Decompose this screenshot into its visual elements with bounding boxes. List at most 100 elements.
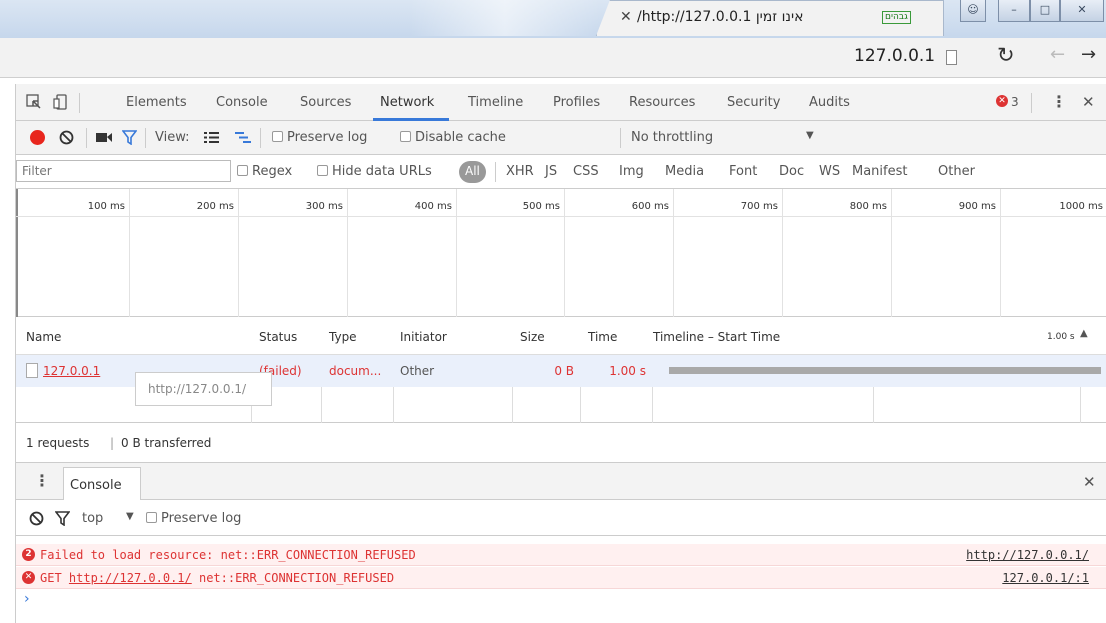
close-window-button[interactable]: ✕: [1060, 0, 1104, 22]
filter-type-js[interactable]: JS: [545, 164, 557, 179]
filter-icon[interactable]: [122, 130, 137, 145]
overview-gridline: [238, 189, 239, 317]
console-message[interactable]: 2 Failed to load resource: net::ERR_CONN…: [16, 544, 1106, 566]
regex-checkbox[interactable]: Regex: [237, 164, 292, 179]
tab-profiles[interactable]: Profiles: [553, 95, 600, 110]
document-icon: [26, 363, 38, 378]
filter-type-xhr[interactable]: XHR: [506, 164, 534, 179]
minimize-button[interactable]: –: [998, 0, 1030, 22]
throttling-select[interactable]: No throttling: [631, 130, 713, 145]
overview-tick-label: 100 ms: [87, 201, 125, 212]
filter-input[interactable]: [16, 160, 231, 182]
disable-cache-checkbox[interactable]: Disable cache: [400, 130, 506, 145]
tab-sources[interactable]: Sources: [300, 95, 351, 110]
tab-resources[interactable]: Resources: [629, 95, 695, 110]
tab-audits[interactable]: Audits: [809, 95, 850, 110]
column-header-type[interactable]: Type: [329, 330, 357, 344]
console-message-source[interactable]: http://127.0.0.1/: [966, 548, 1089, 562]
network-toolbar: View: Preserve log Disable cache No thro…: [16, 121, 1106, 155]
column-header-size[interactable]: Size: [520, 330, 545, 344]
console-message-url[interactable]: http://127.0.0.1/: [69, 571, 192, 585]
tab-drawer-console[interactable]: Console: [63, 467, 141, 500]
filter-type-img[interactable]: Img: [619, 164, 644, 179]
address-text[interactable]: 127.0.0.1: [854, 46, 935, 66]
summary-separator: |: [110, 436, 115, 450]
view-label: View:: [155, 130, 190, 145]
column-header-timeline[interactable]: Timeline – Start Time: [653, 330, 780, 344]
tab-title: אינו זמין http://127.0.0.1/: [637, 9, 804, 25]
overview-tick-label: 200 ms: [196, 201, 234, 212]
inspect-element-icon[interactable]: [26, 94, 42, 110]
checkbox-box[interactable]: [317, 165, 328, 176]
filter-type-font[interactable]: Font: [729, 164, 757, 179]
context-dropdown-icon[interactable]: ▼: [126, 511, 134, 522]
disable-cache-label: Disable cache: [415, 130, 506, 145]
throttling-dropdown-icon[interactable]: ▼: [806, 130, 814, 141]
overview-gridline: [564, 189, 565, 317]
overview-tick-label: 900 ms: [958, 201, 996, 212]
clear-icon[interactable]: [59, 130, 74, 145]
drawer-menu-icon[interactable]: ⋮: [34, 471, 50, 490]
checkbox-box[interactable]: [272, 131, 283, 142]
filter-type-media[interactable]: Media: [665, 164, 704, 179]
large-rows-icon[interactable]: [204, 131, 219, 144]
profile-icon[interactable]: ☺: [960, 0, 986, 22]
browser-title-bar: ✕ אינו זמין http://127.0.0.1/ גבהים ☺ – …: [0, 0, 1106, 38]
checkbox-box[interactable]: [146, 512, 157, 523]
column-header-initiator[interactable]: Initiator: [400, 330, 447, 344]
tab-network[interactable]: Network: [380, 95, 434, 110]
column-header-status[interactable]: Status: [259, 330, 297, 344]
filter-type-all[interactable]: All: [459, 161, 486, 183]
checkbox-box[interactable]: [237, 165, 248, 176]
device-mode-icon[interactable]: [53, 94, 69, 110]
address-bar: 127.0.0.1 ↻ ← →: [0, 38, 1106, 78]
close-drawer-icon[interactable]: ✕: [1083, 473, 1096, 491]
toolbar-separator: [145, 128, 146, 148]
overview-left-handle[interactable]: [16, 189, 18, 317]
browser-tab[interactable]: ✕ אינו זמין http://127.0.0.1/ גבהים: [596, 0, 944, 36]
filter-type-doc[interactable]: Doc: [779, 164, 804, 179]
more-options-icon[interactable]: ⋮: [1051, 92, 1067, 111]
maximize-button[interactable]: □: [1030, 0, 1060, 22]
console-preserve-log-checkbox[interactable]: Preserve log: [146, 511, 241, 526]
request-size: 0 B: [554, 364, 574, 378]
console-filter-icon[interactable]: [55, 511, 70, 526]
checkbox-box[interactable]: [400, 131, 411, 142]
error-count[interactable]: 3: [1011, 95, 1019, 109]
filter-type-css[interactable]: CSS: [573, 164, 599, 179]
record-icon[interactable]: [30, 130, 45, 145]
network-overview[interactable]: 100 ms 200 ms 300 ms 400 ms 500 ms 600 m…: [16, 189, 1106, 317]
filter-type-other[interactable]: Other: [938, 164, 975, 179]
tab-elements[interactable]: Elements: [126, 95, 187, 110]
hide-data-urls-checkbox[interactable]: Hide data URLs: [317, 164, 432, 179]
context-select[interactable]: top: [82, 511, 103, 526]
sort-ascending-icon[interactable]: ▲: [1080, 328, 1088, 339]
waterfall-view-icon[interactable]: [235, 131, 251, 144]
request-name[interactable]: 127.0.0.1: [43, 364, 100, 378]
console-prompt[interactable]: ›: [24, 591, 30, 607]
tab-close-icon[interactable]: ✕: [620, 9, 632, 25]
console-message-source[interactable]: 127.0.0.1/:1: [1002, 571, 1089, 585]
timeline-waterfall-bar[interactable]: [669, 367, 1101, 374]
tab-console[interactable]: Console: [216, 95, 268, 110]
forward-arrow-icon[interactable]: →: [1081, 44, 1096, 65]
request-method: GET: [40, 571, 62, 585]
column-header-name[interactable]: Name: [26, 330, 61, 344]
drawer-tab-label: Console: [70, 478, 122, 493]
back-arrow-icon[interactable]: ←: [1050, 44, 1065, 65]
page-icon: [946, 50, 957, 65]
console-message[interactable]: ✕ GET http://127.0.0.1/ net::ERR_CONNECT…: [16, 567, 1106, 589]
filter-type-manifest[interactable]: Manifest: [852, 164, 907, 179]
filter-type-ws[interactable]: WS: [819, 164, 840, 179]
overview-gridline: [129, 189, 130, 317]
error-icon[interactable]: ✕: [996, 95, 1008, 107]
capture-screenshots-icon[interactable]: [96, 132, 112, 143]
tab-timeline[interactable]: Timeline: [468, 95, 523, 110]
tab-security[interactable]: Security: [727, 95, 780, 110]
column-header-time[interactable]: Time: [588, 330, 617, 344]
overview-gridline: [782, 189, 783, 317]
preserve-log-checkbox[interactable]: Preserve log: [272, 130, 367, 145]
clear-console-icon[interactable]: [29, 511, 44, 526]
close-devtools-icon[interactable]: ✕: [1082, 93, 1095, 111]
reload-icon[interactable]: ↻: [997, 43, 1015, 67]
